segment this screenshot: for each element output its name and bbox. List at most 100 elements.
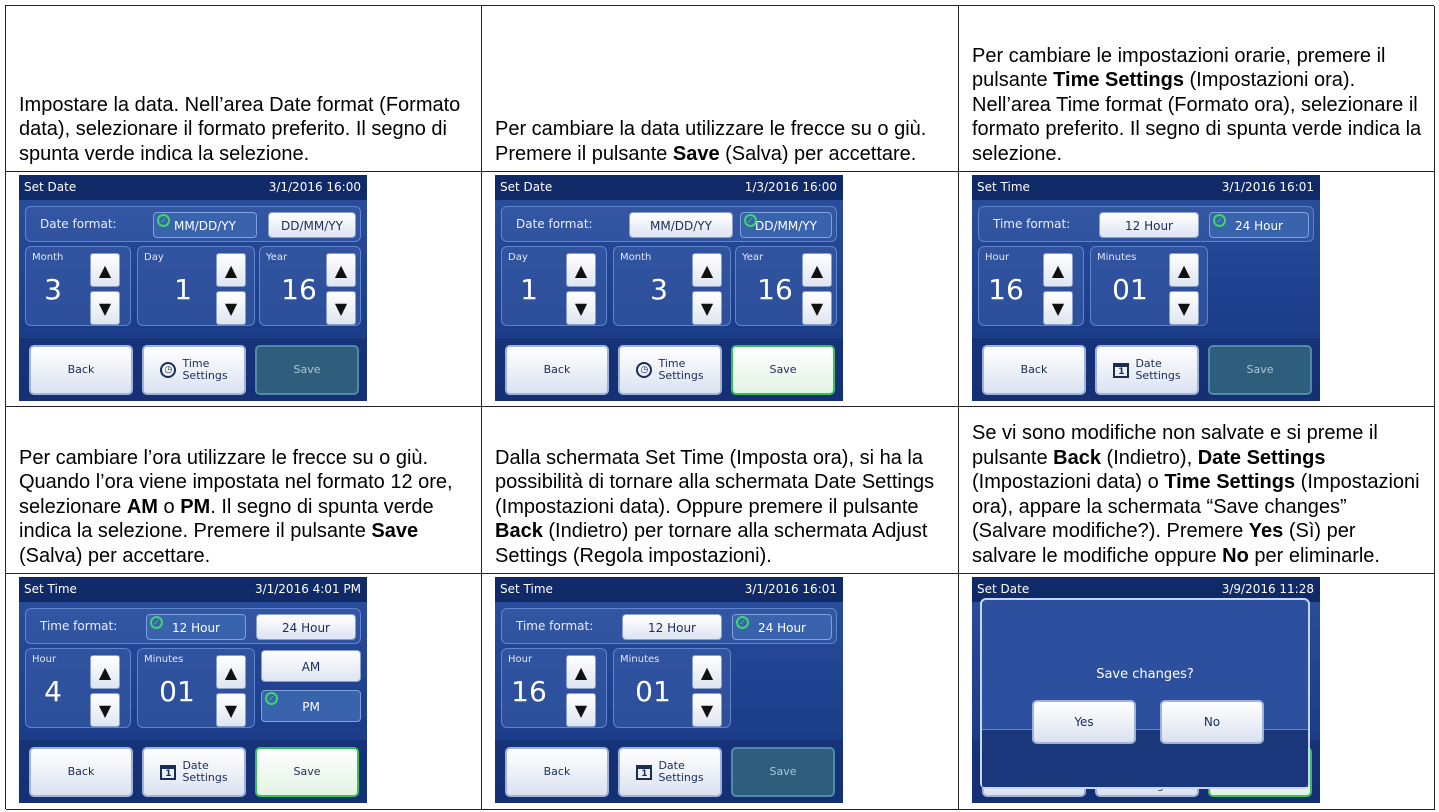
arrow-down-icon[interactable]: ▼	[566, 291, 596, 325]
save-changes-screen: Set Date3/9/2016 11:28 Settings Save cha…	[972, 577, 1320, 803]
back-button[interactable]: Back	[982, 345, 1086, 395]
arrow-down-icon[interactable]: ▼	[216, 693, 246, 727]
arrow-up-icon[interactable]: ▲	[566, 253, 596, 287]
arrow-down-icon[interactable]: ▼	[1169, 291, 1199, 325]
instruction-cell-5: Dalla schermata Set Time (Imposta ora), …	[482, 407, 959, 574]
value-label: Hour	[32, 654, 57, 665]
back-button[interactable]: Back	[29, 747, 133, 797]
no-button[interactable]: No	[1160, 700, 1264, 744]
format-option-12h[interactable]: 12 Hour	[1099, 212, 1199, 238]
save-button[interactable]: Save	[1208, 345, 1312, 395]
values-panel: Day 1 ▲ ▼ Month 3 ▲ ▼ Year 16 ▲ ▼	[501, 246, 837, 328]
value-label: Hour	[985, 252, 1010, 263]
check-icon: ✓	[736, 616, 749, 629]
format-option-12h[interactable]: 12 Hour	[622, 614, 722, 640]
arrow-down-icon[interactable]: ▼	[802, 291, 832, 325]
arrow-up-icon[interactable]: ▲	[1169, 253, 1199, 287]
date-settings-button[interactable]: 1 Date Settings	[618, 747, 722, 797]
value-label: Month	[32, 252, 64, 263]
screen-title: Set Time	[977, 180, 1030, 194]
am-button[interactable]: AM	[261, 650, 361, 682]
value-number: 3	[650, 273, 668, 306]
time-settings-button[interactable]: ◷ Time Settings	[142, 345, 246, 395]
check-icon: ✓	[150, 616, 163, 629]
screenshot-cell-2: Set Date 1/3/2016 16:00 Date format: MM/D…	[482, 172, 959, 407]
value-number: 3	[44, 273, 62, 306]
screenshot-cell-3: Set Time 3/1/2016 16:01 Time format: 12 H…	[959, 172, 1435, 407]
instruction-cell-6: Se vi sono modifiche non salvate e si pr…	[959, 407, 1435, 574]
arrow-down-icon[interactable]: ▼	[1043, 291, 1073, 325]
screen-titlebar: Set Time 3/1/2016 16:01	[495, 577, 843, 602]
format-panel: Date format: ✓ MM/DD/YY DD/MM/YY	[25, 206, 361, 242]
value-number: 1	[174, 273, 192, 306]
arrow-down-icon[interactable]: ▼	[692, 291, 722, 325]
back-button[interactable]: Back	[29, 345, 133, 395]
value-number: 01	[159, 675, 195, 708]
check-icon: ✓	[744, 214, 757, 227]
screen-datetime: 3/1/2016 16:00	[268, 180, 361, 194]
value-label: Minutes	[620, 654, 660, 665]
arrow-up-icon[interactable]: ▲	[90, 253, 120, 287]
format-label: Date format:	[516, 217, 593, 231]
arrow-up-icon[interactable]: ▲	[216, 655, 246, 689]
value-number: 4	[44, 675, 62, 708]
screenshot-cell-4: Set Time 3/1/2016 4:01 PM Time format: ✓ 1…	[6, 574, 482, 810]
format-option-24h[interactable]: ✓ 24 Hour	[1209, 212, 1309, 238]
arrow-up-icon[interactable]: ▲	[216, 253, 246, 287]
value-label: Minutes	[1097, 252, 1137, 263]
instruction-table: Impostare la data. Nell’area Date format…	[5, 5, 1435, 810]
format-option-a[interactable]: ✓ MM/DD/YY	[153, 212, 257, 238]
format-option-24h[interactable]: 24 Hour	[256, 614, 356, 640]
format-option-a[interactable]: MM/DD/YY	[629, 212, 733, 238]
arrow-up-icon[interactable]: ▲	[90, 655, 120, 689]
arrow-up-icon[interactable]: ▲	[692, 253, 722, 287]
save-button[interactable]: Save	[731, 345, 835, 395]
arrow-down-icon[interactable]: ▼	[90, 693, 120, 727]
screenshot-cell-5: Set Time 3/1/2016 16:01 Time format: 12 H…	[482, 574, 959, 810]
time-settings-button[interactable]: ◷ Time Settings	[618, 345, 722, 395]
screen-titlebar: Set Date 1/3/2016 16:00	[495, 175, 843, 200]
format-label: Time format:	[516, 619, 594, 633]
back-button[interactable]: Back	[505, 345, 609, 395]
arrow-down-icon[interactable]: ▼	[566, 693, 596, 727]
arrow-down-icon[interactable]: ▼	[692, 693, 722, 727]
format-option-b[interactable]: DD/MM/YY	[268, 212, 356, 238]
format-option-b[interactable]: ✓ DD/MM/YY	[740, 212, 832, 238]
arrow-up-icon[interactable]: ▲	[802, 253, 832, 287]
save-changes-dialog: Save changes? Yes No	[980, 598, 1310, 789]
value-label: Year	[266, 252, 288, 263]
pm-button[interactable]: ✓ PM	[261, 690, 361, 722]
date-settings-button[interactable]: 1 Date Settings	[142, 747, 246, 797]
format-option-12h[interactable]: ✓ 12 Hour	[146, 614, 246, 640]
save-button[interactable]: Save	[731, 747, 835, 797]
save-button[interactable]: Save	[255, 345, 359, 395]
arrow-down-icon[interactable]: ▼	[216, 291, 246, 325]
save-button[interactable]: Save	[255, 747, 359, 797]
value-box-3: Year 16 ▲ ▼	[735, 246, 837, 326]
value-box-hour: Hour 16 ▲ ▼	[978, 246, 1084, 326]
format-panel: Time format: 12 Hour ✓ 24 Hour	[501, 608, 837, 644]
value-number: 1	[520, 273, 538, 306]
format-panel: Time format: 12 Hour ✓ 24 Hour	[978, 206, 1314, 242]
arrow-up-icon[interactable]: ▲	[692, 655, 722, 689]
arrow-up-icon[interactable]: ▲	[566, 655, 596, 689]
date-settings-button[interactable]: 1 Date Settings	[1095, 345, 1199, 395]
instruction-cell-1: Impostare la data. Nell’area Date format…	[6, 6, 482, 172]
arrow-up-icon[interactable]: ▲	[326, 253, 356, 287]
format-option-24h[interactable]: ✓ 24 Hour	[732, 614, 832, 640]
arrow-up-icon[interactable]: ▲	[1043, 253, 1073, 287]
screen-datetime: 3/1/2016 4:01 PM	[254, 582, 361, 596]
screen-title: Set Date	[500, 180, 553, 194]
back-button[interactable]: Back	[505, 747, 609, 797]
calendar-icon: 1	[636, 764, 653, 780]
arrow-down-icon[interactable]: ▼	[90, 291, 120, 325]
yes-button[interactable]: Yes	[1032, 700, 1136, 744]
instruction-cell-4: Per cambiare l’ora utilizzare le frecce …	[6, 407, 482, 574]
screen-titlebar: Set Time 3/1/2016 16:01	[972, 175, 1320, 200]
clock-icon: ◷	[160, 362, 177, 378]
arrow-down-icon[interactable]: ▼	[326, 291, 356, 325]
screen-datetime: 3/1/2016 16:01	[744, 582, 837, 596]
value-label: Month	[620, 252, 652, 263]
screenshot-cell-1: Set Date 3/1/2016 16:00 Date format: ✓ MM/…	[6, 172, 482, 407]
value-box-2: Month 3 ▲ ▼	[613, 246, 731, 326]
